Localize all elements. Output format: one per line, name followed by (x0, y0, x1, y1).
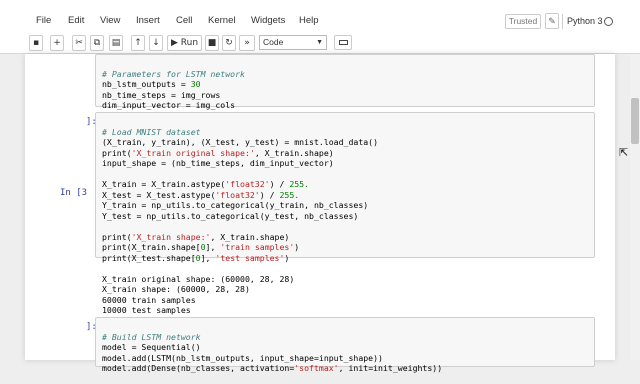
chevron-down-icon: ▼ (316, 39, 323, 46)
output-line: 60000 train samples (102, 294, 196, 305)
move-up-icon[interactable]: ↑ (131, 35, 145, 51)
code-line: Y_train = np_utils.to_categorical(y_trai… (102, 200, 369, 210)
code-line: nb_lstm_outputs = 30 (102, 79, 201, 89)
cell-type-select[interactable]: Code ▼ (259, 35, 327, 50)
menu-cell[interactable]: Cell (176, 15, 192, 26)
cell-type-value: Code (263, 37, 284, 47)
code-line: nb_time_steps = img_rows (102, 89, 221, 100)
code-line: print(X_test.shape[0], 'test samples') (102, 252, 290, 263)
code-line: X_test = X_test.astype('float32') / 255. (102, 189, 300, 200)
kernel-name: Python 3 (562, 14, 603, 29)
move-down-icon[interactable]: ↓ (149, 35, 163, 51)
output-line: X_train original shape: (60000, 28, 28) (102, 273, 295, 284)
code-cell-3: # Build LSTM network model = Sequential()… (102, 321, 442, 384)
mouse-cursor-icon: ⇱ (619, 147, 629, 159)
menu-help[interactable]: Help (299, 15, 319, 26)
code-line: input_shape = (nb_time_steps, dim_input_… (102, 158, 334, 168)
save-icon[interactable]: ▪ (29, 35, 43, 51)
menu-widgets[interactable]: Widgets (251, 15, 285, 26)
run-button[interactable]: ▶ Run (167, 35, 202, 51)
menu-edit[interactable]: Edit (68, 15, 84, 26)
scrollbar-thumb[interactable] (631, 98, 639, 144)
code-line: # Build LSTM network (102, 331, 201, 342)
code-cell-2: # Load MNIST dataset (X_train, y_train), … (102, 116, 378, 274)
keyboard-shortcuts-button[interactable] (334, 35, 352, 50)
code-line: dim_input_vector = img_cols (102, 100, 236, 110)
code-line: Y_test = np_utils.to_categorical(y_test,… (102, 210, 359, 221)
cell-2-prompt: In [3 (60, 188, 88, 198)
cut-icon[interactable]: ✂ (72, 35, 86, 51)
pencil-icon[interactable]: ✎ (545, 13, 559, 29)
code-line: print(X_train.shape[0], 'train samples') (102, 242, 300, 252)
paste-icon[interactable]: ▤ (109, 35, 123, 51)
menubar: File Edit View Insert Cell Kernel Widget… (0, 10, 640, 33)
title-bar (0, 0, 640, 10)
code-line: X_train = X_train.astype('float32') / 25… (102, 179, 310, 189)
output-line: X_train shape: (60000, 28, 28) (102, 284, 250, 294)
output-line: 10000 test samples (102, 305, 191, 315)
code-line: print('X_train shape:', X_train.shape) (102, 231, 290, 242)
menu-view[interactable]: View (100, 15, 120, 26)
code-line: model.add(Dense(nb_classes, activation='… (102, 363, 443, 373)
stop-icon[interactable]: ■ (205, 35, 219, 51)
run-label: Run (180, 38, 199, 48)
code-line: # Load MNIST dataset (102, 126, 201, 137)
code-line: print('X_train original shape:', X_train… (102, 147, 334, 158)
code-line: model = Sequential() (102, 342, 201, 352)
code-line: model.add(LSTM(nb_lstm_outputs, input_sh… (102, 352, 383, 363)
menu-insert[interactable]: Insert (136, 15, 160, 26)
trusted-indicator[interactable]: Trusted (505, 14, 541, 29)
keyboard-icon (339, 40, 348, 45)
code-line: (X_train, y_train), (X_test, y_test) = m… (102, 137, 379, 147)
add-cell-icon[interactable]: + (50, 35, 64, 51)
menu-kernel[interactable]: Kernel (208, 15, 235, 26)
restart-run-all-icon[interactable]: » (239, 35, 255, 51)
kernel-status-icon (604, 17, 613, 26)
menu-file[interactable]: File (36, 15, 51, 26)
copy-icon[interactable]: ⧉ (90, 35, 104, 51)
code-line: # Parameters for LSTM network (102, 68, 245, 79)
restart-icon[interactable]: ↻ (222, 35, 236, 51)
